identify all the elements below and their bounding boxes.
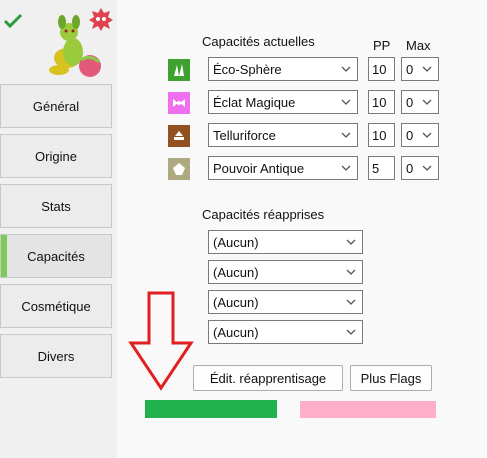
relearn-moves-heading: Capacités réapprises xyxy=(202,207,325,222)
move-1-value: Éco-Sphère xyxy=(213,61,282,77)
tab-stats[interactable]: Stats xyxy=(0,184,112,228)
move-3-value: Telluriforce xyxy=(213,127,276,143)
chevron-down-icon xyxy=(341,165,351,171)
tab-general[interactable]: Général xyxy=(0,84,112,128)
shiny-status-bar xyxy=(300,401,436,418)
move-4-pp-input[interactable]: 5 xyxy=(368,156,395,180)
tab-label: Stats xyxy=(41,198,71,214)
chevron-down-icon xyxy=(346,299,356,305)
move-3-ppup-select[interactable]: 0 xyxy=(401,123,439,147)
red-arrow-down-icon xyxy=(128,291,194,391)
chevron-down-icon xyxy=(422,99,432,105)
sidebar: Général Origine Stats Capacités Cosmétiq… xyxy=(0,0,117,458)
current-moves-heading: Capacités actuelles xyxy=(202,34,315,49)
tab-label: Général xyxy=(32,98,80,114)
tab-label: Origine xyxy=(35,148,77,164)
relearn-4-select[interactable]: (Aucun) xyxy=(208,320,363,344)
tab-label: Capacités xyxy=(27,248,85,264)
rock-type-icon xyxy=(168,158,190,180)
chevron-down-icon xyxy=(341,132,351,138)
tab-origin[interactable]: Origine xyxy=(0,134,112,178)
move-3-select[interactable]: Telluriforce xyxy=(208,123,358,147)
move-1-select[interactable]: Éco-Sphère xyxy=(208,57,358,81)
move-3-pp-input[interactable]: 10 xyxy=(368,123,395,147)
move-1-ppup-select[interactable]: 0 xyxy=(401,57,439,81)
move-4-ppup-select[interactable]: 0 xyxy=(401,156,439,180)
chevron-down-icon xyxy=(346,269,356,275)
chevron-down-icon xyxy=(422,132,432,138)
more-flags-button[interactable]: Plus Flags xyxy=(350,365,432,391)
move-2-value: Éclat Magique xyxy=(213,94,296,110)
edit-relearn-button[interactable]: Édit. réapprentisage xyxy=(193,365,343,391)
tab-label: Divers xyxy=(37,348,75,364)
ground-type-icon xyxy=(168,125,190,147)
move-2-ppup-select[interactable]: 0 xyxy=(401,90,439,114)
grass-type-icon xyxy=(168,59,190,81)
max-heading: Max xyxy=(406,38,431,53)
alpha-mark-icon xyxy=(89,8,113,31)
move-4-value: Pouvoir Antique xyxy=(213,160,305,176)
legal-status-bar xyxy=(145,400,277,418)
chevron-down-icon xyxy=(422,165,432,171)
tab-label: Cosmétique xyxy=(21,298,91,314)
relearn-2-select[interactable]: (Aucun) xyxy=(208,260,363,284)
tab-misc[interactable]: Divers xyxy=(0,334,112,378)
pp-heading: PP xyxy=(373,38,391,53)
tab-cosmetic[interactable]: Cosmétique xyxy=(0,284,112,328)
relearn-1-select[interactable]: (Aucun) xyxy=(208,230,363,254)
tab-moves[interactable]: Capacités xyxy=(0,234,112,278)
relearn-3-select[interactable]: (Aucun) xyxy=(208,290,363,314)
move-2-select[interactable]: Éclat Magique xyxy=(208,90,358,114)
move-2-pp-input[interactable]: 10 xyxy=(368,90,395,114)
chevron-down-icon xyxy=(346,239,356,245)
chevron-down-icon xyxy=(346,329,356,335)
chevron-down-icon xyxy=(341,66,351,72)
fairy-type-icon xyxy=(168,92,190,114)
legal-check-icon xyxy=(3,13,23,29)
chevron-down-icon xyxy=(422,66,432,72)
chevron-down-icon xyxy=(341,99,351,105)
move-4-select[interactable]: Pouvoir Antique xyxy=(208,156,358,180)
move-1-pp-input[interactable]: 10 xyxy=(368,57,395,81)
